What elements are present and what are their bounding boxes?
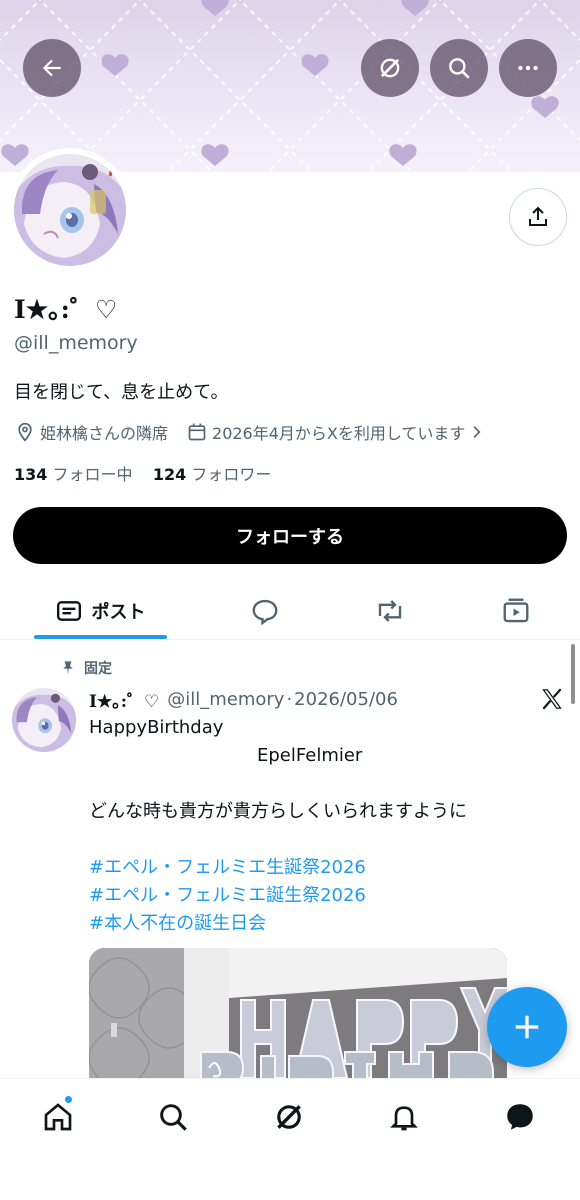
share-button[interactable] (509, 188, 567, 246)
post-author-avatar[interactable] (12, 688, 76, 752)
nav-home[interactable] (38, 1095, 78, 1137)
chevron-right-icon (465, 421, 487, 443)
repost-icon (378, 599, 402, 622)
nav-notifications[interactable] (384, 1097, 424, 1137)
messages-icon (507, 1104, 533, 1130)
profile-handle: @ill_memory (14, 332, 138, 354)
home-notification-dot (64, 1095, 73, 1104)
profile-avatar[interactable] (14, 154, 126, 266)
search-icon (449, 58, 470, 79)
compose-button[interactable] (487, 987, 567, 1067)
profile-bio: 目を閉じて、息を止めて。 (14, 382, 229, 403)
x-logo-icon[interactable] (539, 686, 565, 716)
following-label: フォロー中 (52, 465, 133, 484)
following-link[interactable]: 134 フォロー中 (14, 465, 133, 484)
hashtag-link[interactable]: #エペル・フェルミエ生誕祭2026 (89, 854, 559, 882)
profile-joined-date[interactable]: 2026年4月からXを利用しています (212, 420, 465, 444)
banner-pattern (0, 0, 580, 172)
location-icon (14, 421, 36, 443)
pinned-indicator: 固定 (60, 658, 112, 678)
post-line-1: HappyBirthday (89, 717, 224, 738)
search-icon (160, 1104, 187, 1131)
arrow-left-icon (42, 59, 61, 77)
hashtag-link[interactable]: #本人不在の誕生日会 (89, 910, 559, 938)
tab-replies[interactable] (237, 582, 293, 639)
posts-icon (56, 600, 81, 621)
share-icon (529, 206, 547, 226)
tab-posts-label: ポスト (91, 601, 146, 623)
following-count: 134 (14, 465, 48, 484)
profile-location: 姫林檎さんの隣席 (40, 424, 169, 443)
notifications-icon (390, 1106, 418, 1131)
profile-banner (0, 0, 580, 172)
scrollbar[interactable] (571, 644, 575, 704)
post-header: I★｡:゜♡ @ill_memory · 2026/05/06 (89, 687, 398, 712)
more-icon (518, 65, 538, 71)
pin-icon (63, 661, 73, 675)
search-button[interactable] (430, 39, 488, 97)
pinned-label: 固定 (84, 661, 112, 677)
calendar-icon (186, 421, 208, 443)
grok-button[interactable] (361, 39, 419, 97)
compose-plus-icon (515, 1015, 539, 1039)
avatar-illustration (14, 154, 126, 266)
followers-count: 124 (152, 465, 187, 484)
replies-icon (252, 599, 278, 625)
post-date[interactable]: 2026/05/06 (294, 689, 398, 710)
tab-posts[interactable]: ポスト (34, 582, 167, 639)
nav-search[interactable] (153, 1097, 193, 1137)
followers-link[interactable]: 124 フォロワー (153, 465, 272, 484)
profile-display-name: I★｡:゜♡ (14, 295, 118, 324)
post-author-name[interactable]: I★｡:゜♡ (89, 687, 159, 712)
home-icon (44, 1103, 72, 1131)
media-icon (503, 598, 529, 622)
nav-messages[interactable] (500, 1097, 540, 1137)
post-separator: · (286, 688, 293, 710)
post-author-handle[interactable]: @ill_memory (167, 689, 284, 710)
back-button[interactable] (23, 39, 81, 97)
nav-grok[interactable] (269, 1097, 309, 1137)
follow-button[interactable]: フォローする (13, 507, 567, 564)
profile-avatar-frame[interactable] (8, 148, 132, 272)
followers-label: フォロワー (191, 465, 272, 484)
tab-media[interactable] (488, 582, 544, 639)
birthday-balloons-photo (89, 948, 507, 1088)
post-media-image[interactable] (89, 948, 507, 1088)
grok-icon (380, 58, 400, 78)
avatar-illustration (12, 688, 76, 752)
grok-icon (277, 1105, 301, 1129)
bottom-navigation (0, 1078, 580, 1200)
profile-tabs: ポスト (0, 582, 580, 640)
profile-meta-row: 姫林檎さんの隣席 2026年4月からXを利用しています (14, 420, 491, 444)
post-line-2: EpelFelmier (257, 745, 363, 766)
post-line-3: どんな時も貴方が貴方らしくいられますように (89, 801, 467, 822)
post-text: HappyBirthday EpelFelmier どんな時も貴方が貴方らしくい… (89, 714, 559, 938)
follow-stats: 134 フォロー中 124 フォロワー (14, 461, 271, 485)
tab-reposts[interactable] (362, 582, 418, 639)
hashtag-link[interactable]: #エペル・フェルミエ誕生祭2026 (89, 882, 559, 910)
tab-selected-indicator (34, 635, 167, 639)
more-button[interactable] (499, 39, 557, 97)
